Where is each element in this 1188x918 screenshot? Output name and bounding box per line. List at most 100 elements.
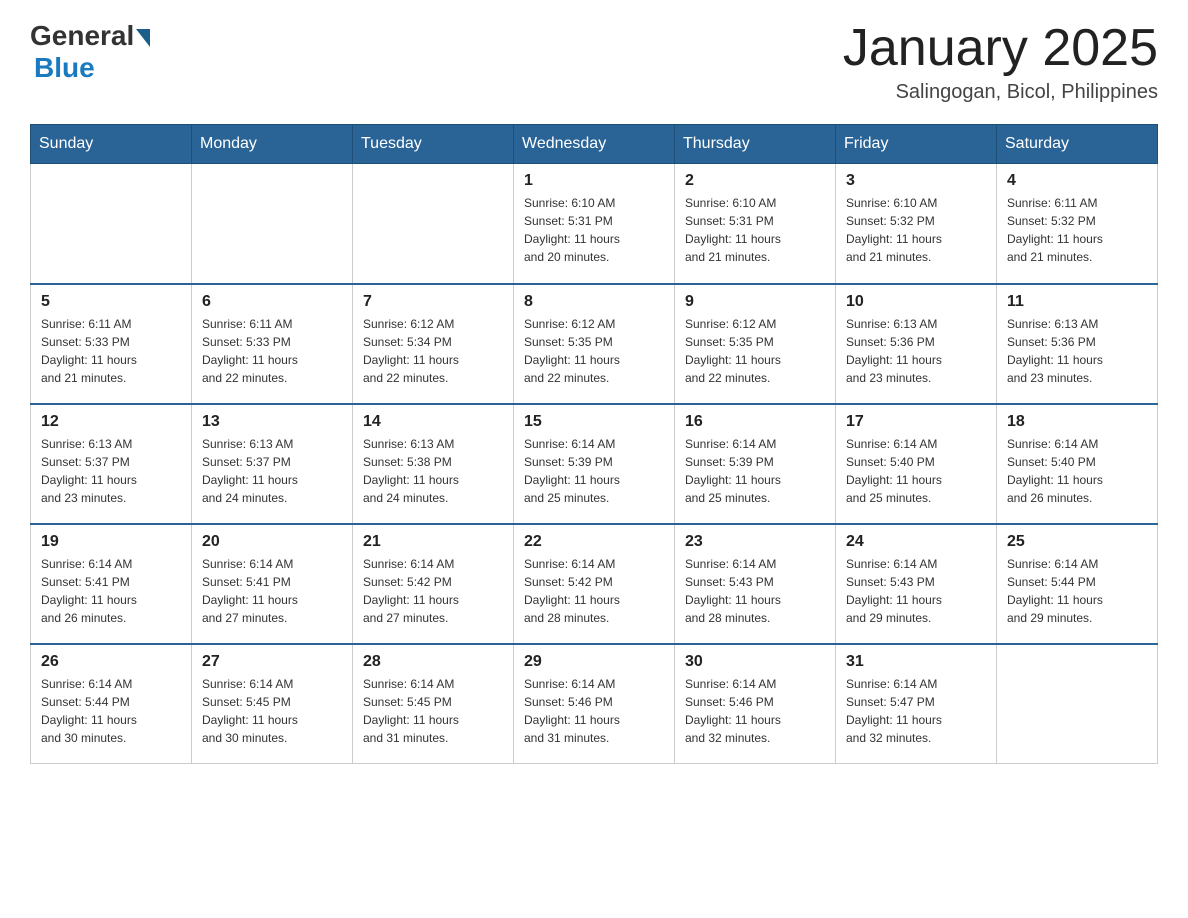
calendar-day-cell: 31 Sunrise: 6:14 AMSunset: 5:47 PMDayligh… bbox=[836, 644, 997, 764]
calendar-day-cell: 11 Sunrise: 6:13 AMSunset: 5:36 PMDayligh… bbox=[997, 284, 1158, 404]
calendar-week-row: 26 Sunrise: 6:14 AMSunset: 5:44 PMDayligh… bbox=[31, 644, 1158, 764]
calendar-day-cell: 3 Sunrise: 6:10 AMSunset: 5:32 PMDaylight… bbox=[836, 164, 997, 284]
day-info: Sunrise: 6:10 AMSunset: 5:32 PMDaylight:… bbox=[846, 194, 986, 266]
calendar-day-cell: 14 Sunrise: 6:13 AMSunset: 5:38 PMDayligh… bbox=[353, 404, 514, 524]
day-number: 9 bbox=[685, 293, 825, 311]
calendar-day-cell: 25Sunrise: 6:14 AMSunset: 5:44 PMDayligh… bbox=[997, 524, 1158, 644]
day-number: 1 bbox=[524, 172, 664, 190]
calendar-subtitle: Salingogan, Bicol, Philippines bbox=[843, 81, 1158, 104]
day-number: 21 bbox=[363, 533, 503, 551]
day-info: Sunrise: 6:13 AMSunset: 5:36 PMDaylight:… bbox=[1007, 315, 1147, 387]
day-number: 28 bbox=[363, 653, 503, 671]
day-number: 11 bbox=[1007, 293, 1147, 311]
day-number: 14 bbox=[363, 413, 503, 431]
day-number: 24 bbox=[846, 533, 986, 551]
day-info: Sunrise: 6:11 AMSunset: 5:32 PMDaylight:… bbox=[1007, 194, 1147, 266]
calendar-day-cell: 10 Sunrise: 6:13 AMSunset: 5:36 PMDayligh… bbox=[836, 284, 997, 404]
day-number: 5 bbox=[41, 293, 181, 311]
header-thursday: Thursday bbox=[675, 125, 836, 164]
weekday-header-row: Sunday Monday Tuesday Wednesday Thursday… bbox=[31, 125, 1158, 164]
day-number: 12 bbox=[41, 413, 181, 431]
day-info: Sunrise: 6:12 AMSunset: 5:34 PMDaylight:… bbox=[363, 315, 503, 387]
calendar-day-cell: 21 Sunrise: 6:14 AMSunset: 5:42 PMDayligh… bbox=[353, 524, 514, 644]
day-number: 19 bbox=[41, 533, 181, 551]
day-number: 20 bbox=[202, 533, 342, 551]
calendar-week-row: 5 Sunrise: 6:11 AMSunset: 5:33 PMDaylight… bbox=[31, 284, 1158, 404]
header-saturday: Saturday bbox=[997, 125, 1158, 164]
day-info: Sunrise: 6:14 AMSunset: 5:39 PMDaylight:… bbox=[524, 435, 664, 507]
day-number: 16 bbox=[685, 413, 825, 431]
calendar-day-cell: 28 Sunrise: 6:14 AMSunset: 5:45 PMDayligh… bbox=[353, 644, 514, 764]
day-info: Sunrise: 6:11 AMSunset: 5:33 PMDaylight:… bbox=[41, 315, 181, 387]
calendar-day-cell: 26 Sunrise: 6:14 AMSunset: 5:44 PMDayligh… bbox=[31, 644, 192, 764]
calendar-day-cell: 30Sunrise: 6:14 AMSunset: 5:46 PMDayligh… bbox=[675, 644, 836, 764]
calendar-day-cell: 13Sunrise: 6:13 AMSunset: 5:37 PMDayligh… bbox=[192, 404, 353, 524]
header-tuesday: Tuesday bbox=[353, 125, 514, 164]
calendar-day-cell: 8 Sunrise: 6:12 AMSunset: 5:35 PMDaylight… bbox=[514, 284, 675, 404]
logo-triangle-icon bbox=[136, 29, 150, 47]
header-friday: Friday bbox=[836, 125, 997, 164]
calendar-day-cell: 18Sunrise: 6:14 AMSunset: 5:40 PMDayligh… bbox=[997, 404, 1158, 524]
calendar-week-row: 12 Sunrise: 6:13 AMSunset: 5:37 PMDayligh… bbox=[31, 404, 1158, 524]
day-info: Sunrise: 6:14 AMSunset: 5:45 PMDaylight:… bbox=[202, 675, 342, 747]
day-number: 10 bbox=[846, 293, 986, 311]
calendar-day-cell: 27Sunrise: 6:14 AMSunset: 5:45 PMDayligh… bbox=[192, 644, 353, 764]
day-info: Sunrise: 6:14 AMSunset: 5:40 PMDaylight:… bbox=[846, 435, 986, 507]
day-number: 17 bbox=[846, 413, 986, 431]
day-info: Sunrise: 6:14 AMSunset: 5:43 PMDaylight:… bbox=[846, 555, 986, 627]
day-info: Sunrise: 6:13 AMSunset: 5:37 PMDaylight:… bbox=[202, 435, 342, 507]
day-number: 8 bbox=[524, 293, 664, 311]
calendar-day-cell: 7 Sunrise: 6:12 AMSunset: 5:34 PMDaylight… bbox=[353, 284, 514, 404]
day-info: Sunrise: 6:14 AMSunset: 5:46 PMDaylight:… bbox=[524, 675, 664, 747]
day-number: 4 bbox=[1007, 172, 1147, 190]
calendar-day-cell bbox=[192, 164, 353, 284]
day-number: 18 bbox=[1007, 413, 1147, 431]
day-info: Sunrise: 6:14 AMSunset: 5:41 PMDaylight:… bbox=[41, 555, 181, 627]
day-number: 26 bbox=[41, 653, 181, 671]
logo-general-text: General bbox=[30, 20, 134, 52]
day-number: 3 bbox=[846, 172, 986, 190]
day-info: Sunrise: 6:13 AMSunset: 5:37 PMDaylight:… bbox=[41, 435, 181, 507]
calendar-day-cell: 15Sunrise: 6:14 AMSunset: 5:39 PMDayligh… bbox=[514, 404, 675, 524]
calendar-day-cell: 24 Sunrise: 6:14 AMSunset: 5:43 PMDayligh… bbox=[836, 524, 997, 644]
day-info: Sunrise: 6:12 AMSunset: 5:35 PMDaylight:… bbox=[524, 315, 664, 387]
calendar-week-row: 1 Sunrise: 6:10 AMSunset: 5:31 PMDaylight… bbox=[31, 164, 1158, 284]
calendar-day-cell: 4 Sunrise: 6:11 AMSunset: 5:32 PMDaylight… bbox=[997, 164, 1158, 284]
day-number: 31 bbox=[846, 653, 986, 671]
header-monday: Monday bbox=[192, 125, 353, 164]
day-info: Sunrise: 6:14 AMSunset: 5:47 PMDaylight:… bbox=[846, 675, 986, 747]
day-number: 7 bbox=[363, 293, 503, 311]
calendar-day-cell: 6Sunrise: 6:11 AMSunset: 5:33 PMDaylight… bbox=[192, 284, 353, 404]
day-info: Sunrise: 6:10 AMSunset: 5:31 PMDaylight:… bbox=[685, 194, 825, 266]
day-info: Sunrise: 6:14 AMSunset: 5:45 PMDaylight:… bbox=[363, 675, 503, 747]
logo-blue-text: Blue bbox=[34, 52, 95, 84]
day-info: Sunrise: 6:13 AMSunset: 5:38 PMDaylight:… bbox=[363, 435, 503, 507]
day-number: 25 bbox=[1007, 533, 1147, 551]
header-wednesday: Wednesday bbox=[514, 125, 675, 164]
day-number: 6 bbox=[202, 293, 342, 311]
calendar-day-cell: 5 Sunrise: 6:11 AMSunset: 5:33 PMDaylight… bbox=[31, 284, 192, 404]
calendar-day-cell: 2 Sunrise: 6:10 AMSunset: 5:31 PMDaylight… bbox=[675, 164, 836, 284]
day-number: 2 bbox=[685, 172, 825, 190]
title-section: January 2025 Salingogan, Bicol, Philippi… bbox=[843, 20, 1158, 104]
calendar-day-cell bbox=[997, 644, 1158, 764]
calendar-day-cell: 1Sunrise: 6:10 AMSunset: 5:31 PMDaylight… bbox=[514, 164, 675, 284]
calendar-day-cell: 23 Sunrise: 6:14 AMSunset: 5:43 PMDayligh… bbox=[675, 524, 836, 644]
calendar-title: January 2025 bbox=[843, 20, 1158, 77]
day-info: Sunrise: 6:14 AMSunset: 5:44 PMDaylight:… bbox=[41, 675, 181, 747]
page-header: General Blue January 2025 Salingogan, Bi… bbox=[30, 20, 1158, 104]
day-info: Sunrise: 6:12 AMSunset: 5:35 PMDaylight:… bbox=[685, 315, 825, 387]
day-info: Sunrise: 6:14 AMSunset: 5:42 PMDaylight:… bbox=[524, 555, 664, 627]
day-info: Sunrise: 6:14 AMSunset: 5:43 PMDaylight:… bbox=[685, 555, 825, 627]
day-info: Sunrise: 6:14 AMSunset: 5:41 PMDaylight:… bbox=[202, 555, 342, 627]
day-info: Sunrise: 6:14 AMSunset: 5:42 PMDaylight:… bbox=[363, 555, 503, 627]
calendar-day-cell: 20 Sunrise: 6:14 AMSunset: 5:41 PMDayligh… bbox=[192, 524, 353, 644]
calendar-day-cell: 19 Sunrise: 6:14 AMSunset: 5:41 PMDayligh… bbox=[31, 524, 192, 644]
day-info: Sunrise: 6:13 AMSunset: 5:36 PMDaylight:… bbox=[846, 315, 986, 387]
day-number: 23 bbox=[685, 533, 825, 551]
header-sunday: Sunday bbox=[31, 125, 192, 164]
calendar-day-cell: 29Sunrise: 6:14 AMSunset: 5:46 PMDayligh… bbox=[514, 644, 675, 764]
calendar-table: Sunday Monday Tuesday Wednesday Thursday… bbox=[30, 124, 1158, 764]
calendar-day-cell: 22Sunrise: 6:14 AMSunset: 5:42 PMDayligh… bbox=[514, 524, 675, 644]
calendar-day-cell: 17 Sunrise: 6:14 AMSunset: 5:40 PMDayligh… bbox=[836, 404, 997, 524]
